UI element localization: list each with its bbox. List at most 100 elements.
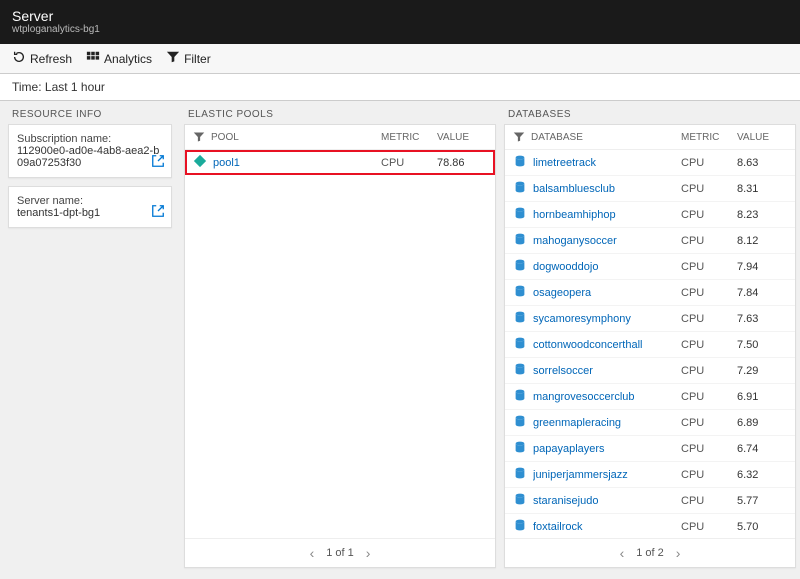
database-row[interactable]: foxtailrock CPU 5.70	[505, 514, 795, 538]
analytics-icon	[86, 50, 100, 67]
database-metric: CPU	[681, 157, 731, 169]
databases-panel: DATABASE METRIC VALUE limetreetrack CPU …	[504, 124, 796, 568]
database-icon	[513, 440, 527, 457]
elastic-pools-column: ELASTIC POOLS POOL METRIC VALUE pool1 CP…	[180, 101, 500, 576]
database-name: papayaplayers	[533, 443, 675, 455]
filter-button[interactable]: Filter	[166, 50, 211, 67]
elastic-pools-rows: pool1 CPU 78.86	[185, 150, 495, 538]
database-name: dogwooddojo	[533, 261, 675, 273]
analytics-button[interactable]: Analytics	[86, 50, 152, 67]
elastic-pool-row[interactable]: pool1 CPU 78.86	[185, 150, 495, 175]
page-title: Server	[12, 8, 788, 24]
subscription-label: Subscription name:	[17, 133, 163, 145]
open-in-new-icon[interactable]	[151, 204, 165, 221]
database-icon	[513, 362, 527, 379]
database-row[interactable]: juniperjammersjazz CPU 6.32	[505, 462, 795, 488]
database-name: cottonwoodconcerthall	[533, 339, 675, 351]
database-metric: CPU	[681, 313, 731, 325]
filter-icon[interactable]	[513, 131, 525, 143]
database-name: mahoganysoccer	[533, 235, 675, 247]
pager-prev-button[interactable]: ‹	[620, 545, 625, 561]
database-name: sycamoresymphony	[533, 313, 675, 325]
database-metric: CPU	[681, 209, 731, 221]
database-row[interactable]: papayaplayers CPU 6.74	[505, 436, 795, 462]
database-value: 7.94	[737, 261, 787, 273]
elastic-pool-icon	[193, 154, 207, 171]
database-icon	[513, 180, 527, 197]
database-value: 6.32	[737, 469, 787, 481]
database-icon	[513, 518, 527, 535]
databases-heading: DATABASES	[504, 109, 796, 124]
database-icon	[513, 258, 527, 275]
database-row[interactable]: greenmapleracing CPU 6.89	[505, 410, 795, 436]
server-label: Server name:	[17, 195, 163, 207]
database-value: 7.84	[737, 287, 787, 299]
database-name: staranisejudo	[533, 495, 675, 507]
refresh-icon	[12, 50, 26, 67]
open-in-new-icon[interactable]	[151, 154, 165, 171]
database-row[interactable]: dogwooddojo CPU 7.94	[505, 254, 795, 280]
database-icon	[513, 154, 527, 171]
database-row[interactable]: sycamoresymphony CPU 7.63	[505, 306, 795, 332]
databases-column: DATABASES DATABASE METRIC VALUE limetree…	[500, 101, 800, 576]
main-content: RESOURCE INFO Subscription name: 112900e…	[0, 101, 800, 576]
pager-prev-button[interactable]: ‹	[310, 545, 315, 561]
database-row[interactable]: limetreetrack CPU 8.63	[505, 150, 795, 176]
refresh-button[interactable]: Refresh	[12, 50, 72, 67]
database-metric: CPU	[681, 443, 731, 455]
pool-value: 78.86	[437, 157, 487, 169]
database-icon	[513, 336, 527, 353]
database-name: osageopera	[533, 287, 675, 299]
database-row[interactable]: cottonwoodconcerthall CPU 7.50	[505, 332, 795, 358]
header: Server wtploganalytics-bg1	[0, 0, 800, 44]
pager-status: 1 of 1	[326, 547, 354, 559]
database-metric: CPU	[681, 521, 731, 533]
database-row[interactable]: mahoganysoccer CPU 8.12	[505, 228, 795, 254]
database-name: balsambluesclub	[533, 183, 675, 195]
database-name: hornbeamhiphop	[533, 209, 675, 221]
column-value: VALUE	[737, 132, 787, 143]
database-metric: CPU	[681, 339, 731, 351]
database-metric: CPU	[681, 235, 731, 247]
column-database: DATABASE	[531, 132, 675, 143]
pager-next-button[interactable]: ›	[676, 545, 681, 561]
database-row[interactable]: mangrovesoccerclub CPU 6.91	[505, 384, 795, 410]
database-name: sorrelsoccer	[533, 365, 675, 377]
pager-next-button[interactable]: ›	[366, 545, 371, 561]
database-value: 8.23	[737, 209, 787, 221]
database-name: juniperjammersjazz	[533, 469, 675, 481]
database-row[interactable]: sorrelsoccer CPU 7.29	[505, 358, 795, 384]
column-metric: METRIC	[381, 132, 431, 143]
database-row[interactable]: hornbeamhiphop CPU 8.23	[505, 202, 795, 228]
database-value: 6.91	[737, 391, 787, 403]
database-value: 5.70	[737, 521, 787, 533]
filter-icon[interactable]	[193, 131, 205, 143]
server-card: Server name: tenants1-dpt-bg1	[8, 186, 172, 228]
databases-header: DATABASE METRIC VALUE	[505, 125, 795, 150]
database-name: greenmapleracing	[533, 417, 675, 429]
page-subtitle: wtploganalytics-bg1	[12, 24, 788, 36]
database-icon	[513, 310, 527, 327]
databases-rows: limetreetrack CPU 8.63 balsambluesclub C…	[505, 150, 795, 538]
database-metric: CPU	[681, 287, 731, 299]
database-row[interactable]: osageopera CPU 7.84	[505, 280, 795, 306]
toolbar: Refresh Analytics Filter	[0, 44, 800, 74]
database-value: 7.50	[737, 339, 787, 351]
database-row[interactable]: staranisejudo CPU 5.77	[505, 488, 795, 514]
pool-metric: CPU	[381, 157, 431, 169]
database-row[interactable]: balsambluesclub CPU 8.31	[505, 176, 795, 202]
databases-pager: ‹ 1 of 2 ›	[505, 538, 795, 567]
database-name: limetreetrack	[533, 157, 675, 169]
pager-status: 1 of 2	[636, 547, 664, 559]
elastic-pools-panel: POOL METRIC VALUE pool1 CPU 78.86 ‹ 1 of…	[184, 124, 496, 568]
refresh-label: Refresh	[30, 52, 72, 66]
database-metric: CPU	[681, 469, 731, 481]
database-metric: CPU	[681, 183, 731, 195]
database-icon	[513, 232, 527, 249]
database-icon	[513, 206, 527, 223]
database-value: 7.29	[737, 365, 787, 377]
analytics-label: Analytics	[104, 52, 152, 66]
resource-info-column: RESOURCE INFO Subscription name: 112900e…	[0, 101, 180, 576]
resource-info-heading: RESOURCE INFO	[8, 109, 172, 124]
time-range-bar[interactable]: Time: Last 1 hour	[0, 74, 800, 101]
